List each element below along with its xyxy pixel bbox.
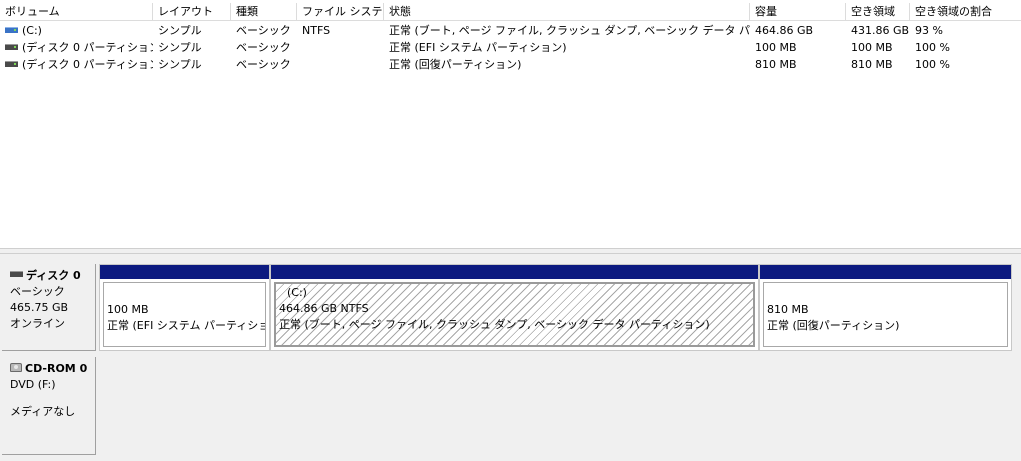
- partition-body: 810 MB 正常 (回復パーティション): [763, 282, 1008, 347]
- volume-name-cell: (ディスク 0 パーティション 4): [0, 56, 153, 73]
- disk-title: ディスク 0: [26, 269, 81, 282]
- volume-free-percent: 93 %: [915, 24, 943, 37]
- volume-filesystem: [297, 56, 384, 73]
- column-header-row: ボリューム レイアウト 種類 ファイル システム 状態 容量 空き領域 空き領域…: [0, 3, 1021, 22]
- column-header-capacity[interactable]: 容量: [750, 3, 846, 21]
- partition-bar: [760, 265, 1011, 279]
- disk-kind: DVD (F:): [10, 378, 56, 391]
- disk-icon: [10, 271, 23, 277]
- partition-size: 100 MB: [107, 303, 149, 316]
- volume-name-cell: (C:): [0, 22, 153, 39]
- column-header-free-space[interactable]: 空き領域: [846, 3, 910, 21]
- volume-capacity: 100 MB: [755, 41, 797, 54]
- volume-free-percent: 100 %: [915, 41, 950, 54]
- volume-layout: シンプル: [158, 24, 202, 37]
- volume-icon: [5, 44, 18, 50]
- volume-capacity: 810 MB: [755, 58, 797, 71]
- column-header-volume[interactable]: ボリューム: [0, 3, 153, 21]
- column-header-free-percent[interactable]: 空き領域の割合: [910, 3, 1021, 21]
- column-header-filesystem[interactable]: ファイル システム: [297, 3, 384, 21]
- disk-state: メディアなし: [10, 405, 76, 418]
- volume-row[interactable]: (C:) シンプル ベーシック NTFS 正常 (ブート, ページ ファイル, …: [0, 22, 1021, 39]
- volume-row[interactable]: (ディスク 0 パーティション 4) シンプル ベーシック 正常 (回復パーティ…: [0, 56, 1021, 73]
- partition-recovery[interactable]: 810 MB 正常 (回復パーティション): [759, 264, 1012, 351]
- cdrom-icon: [10, 362, 22, 372]
- column-header-status[interactable]: 状態: [384, 3, 750, 21]
- partition-body-selected: (C:) 464.86 GB NTFS 正常 (ブート, ページ ファイル, ク…: [274, 282, 755, 347]
- volume-layout: シンプル: [158, 58, 202, 71]
- volume-name-cell: (ディスク 0 パーティション 1): [0, 39, 153, 56]
- partition-body: 100 MB 正常 (EFI システム パーティション): [103, 282, 266, 347]
- disk-title: CD-ROM 0: [25, 362, 88, 375]
- column-header-type[interactable]: 種類: [231, 3, 297, 21]
- volume-free-space: 810 MB: [851, 58, 893, 71]
- volume-capacity: 464.86 GB: [755, 24, 814, 37]
- system-volume-icon: [5, 27, 18, 33]
- column-header-layout[interactable]: レイアウト: [153, 3, 231, 21]
- disk-graphical-view[interactable]: ディスク 0 ベーシック 465.75 GB オンライン 100 MB 正常 (…: [0, 254, 1021, 461]
- partition-status: 正常 (ブート, ページ ファイル, クラッシュ ダンプ, ベーシック データ …: [279, 318, 710, 331]
- volume-type: ベーシック: [236, 41, 291, 54]
- volume-status: 正常 (ブート, ページ ファイル, クラッシュ ダンプ, ベーシック データ …: [389, 24, 750, 37]
- volume-status: 正常 (回復パーティション): [389, 58, 522, 71]
- volume-layout: シンプル: [158, 41, 202, 54]
- volume-free-percent: 100 %: [915, 58, 950, 71]
- volume-name: (ディスク 0 パーティション 4): [22, 58, 153, 71]
- cdrom-0-area: [97, 357, 1021, 455]
- cdrom-0-label[interactable]: CD-ROM 0 DVD (F:) メディアなし: [2, 357, 96, 455]
- partition-bar: [271, 265, 758, 279]
- volume-icon: [5, 61, 18, 67]
- partition-size: 464.86 GB NTFS: [279, 302, 369, 315]
- volume-status: 正常 (EFI システム パーティション): [389, 41, 567, 54]
- partition-bar: [100, 265, 269, 279]
- disk-kind: ベーシック: [10, 285, 65, 298]
- partition-status: 正常 (EFI システム パーティション): [107, 319, 265, 332]
- volume-type: ベーシック: [236, 24, 291, 37]
- volume-list[interactable]: ボリューム レイアウト 種類 ファイル システム 状態 容量 空き領域 空き領域…: [0, 0, 1021, 248]
- volume-free-space: 100 MB: [851, 41, 893, 54]
- disk-0-label[interactable]: ディスク 0 ベーシック 465.75 GB オンライン: [2, 264, 96, 351]
- disk-state: オンライン: [10, 317, 65, 330]
- partition-efi[interactable]: 100 MB 正常 (EFI システム パーティション): [99, 264, 270, 351]
- volume-name: (ディスク 0 パーティション 1): [22, 41, 153, 54]
- partition-c[interactable]: (C:) 464.86 GB NTFS 正常 (ブート, ページ ファイル, ク…: [270, 264, 759, 351]
- partition-size: 810 MB: [767, 303, 809, 316]
- partition-name: (C:): [287, 286, 307, 299]
- disk-size: 465.75 GB: [10, 301, 69, 314]
- volume-filesystem: NTFS: [302, 24, 331, 37]
- volume-row[interactable]: (ディスク 0 パーティション 1) シンプル ベーシック 正常 (EFI シス…: [0, 39, 1021, 56]
- volume-name: (C:): [22, 24, 42, 37]
- volume-free-space: 431.86 GB: [851, 24, 910, 37]
- volume-filesystem: [297, 39, 384, 56]
- partition-status: 正常 (回復パーティション): [767, 319, 900, 332]
- volume-type: ベーシック: [236, 58, 291, 71]
